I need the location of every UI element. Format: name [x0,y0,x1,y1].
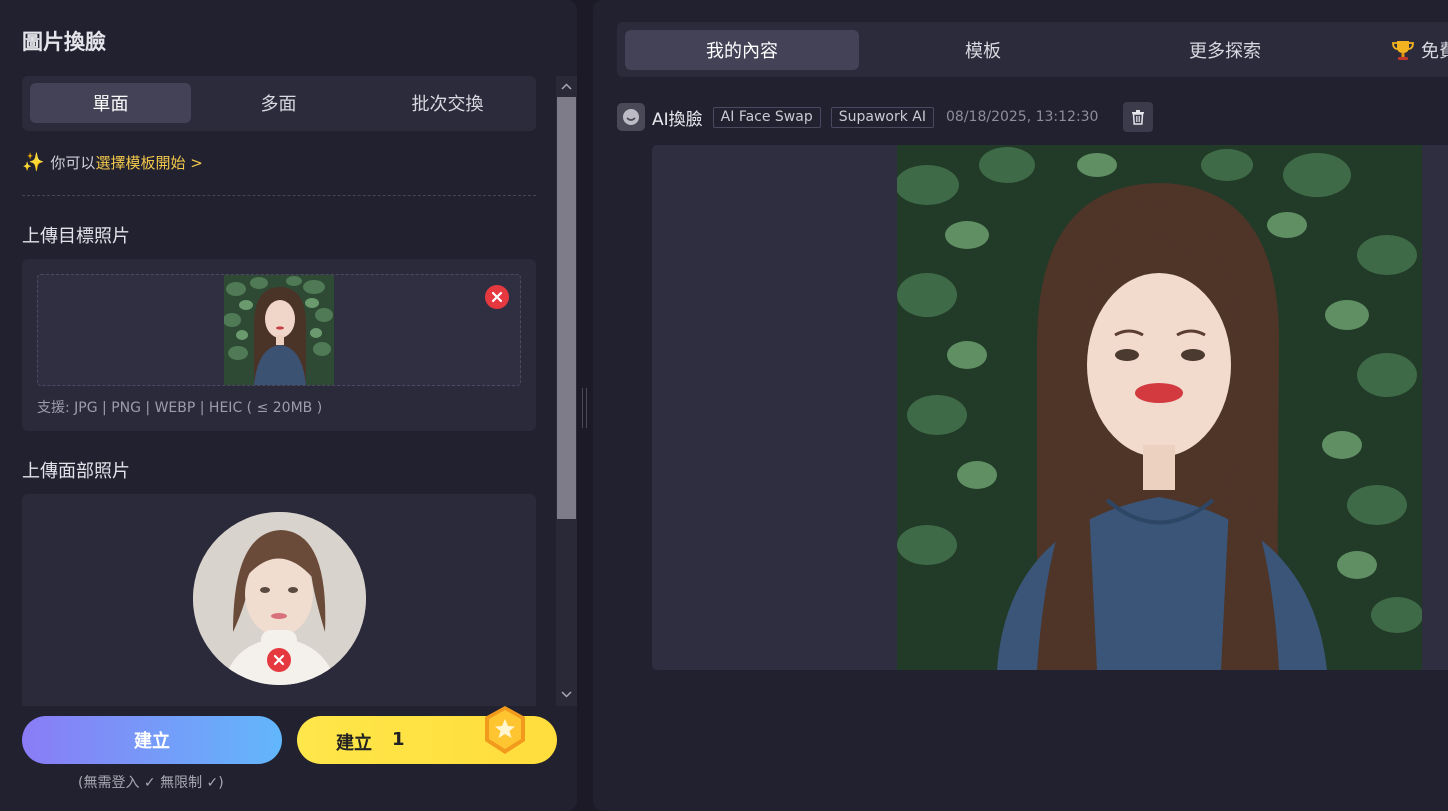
right-panel: 我的內容 模板 更多探索 免費 AI換臉 AI Face Swap Supawo… [593,0,1448,811]
trash-icon [1132,110,1145,125]
tab-explore-more[interactable]: 更多探索 [1108,30,1342,70]
settings-scrollbar[interactable] [556,76,577,706]
choose-template-link[interactable]: 選擇模板開始 > [95,152,202,173]
tag-chip: AI Face Swap [712,106,821,128]
coin-cost: 1 [392,729,405,750]
no-login-note: (無需登入 ✓ 無限制 ✓) [78,775,224,791]
left-panel: 圖片換臉 單面 多面 批次交換 ✨ 你可以 選擇模板開始 > 上傳目標照片 支援… [0,0,577,811]
panel-title: 圖片換臉 [22,30,106,54]
mode-tab-batch[interactable]: 批次交換 [367,83,528,123]
supported-formats-text: 支援: JPG | PNG | WEBP | HEIC ( ≤ 20MB ) [37,400,323,416]
content-tabs: 我的內容 模板 更多探索 免費 [617,22,1448,77]
scrollbar-thumb[interactable] [557,97,576,519]
tag-chip: Supawork AI [830,106,934,128]
result-meta-row: AI換臉 AI Face Swap Supawork AI 08/18/2025… [617,102,1154,132]
create-with-coin-button[interactable]: 建立 1 [297,706,557,764]
target-upload-card: 支援: JPG | PNG | WEBP | HEIC ( ≤ 20MB ) [22,259,536,431]
close-icon [491,291,503,303]
target-photo-thumbnail [224,275,334,385]
close-icon [273,654,285,666]
remove-target-photo-button[interactable] [485,285,509,309]
divider [22,195,536,196]
remove-face-photo-button[interactable] [267,648,291,672]
tab-free[interactable]: 免費 [1391,30,1448,70]
app-root: 圖片換臉 單面 多面 批次交換 ✨ 你可以 選擇模板開始 > 上傳目標照片 支援… [0,0,1448,811]
create-button[interactable]: 建立 [22,716,282,764]
panel-resize-handle[interactable] [582,388,587,428]
settings-scroll-area: 單面 多面 批次交換 ✨ 你可以 選擇模板開始 > 上傳目標照片 支援: JPG… [0,76,556,706]
create-coin-label: 建立 [336,733,372,754]
face-photo-label: 上傳面部照片 [22,461,130,482]
target-dropzone[interactable] [37,274,521,386]
template-tip: ✨ 你可以 選擇模板開始 > [22,152,203,173]
mode-tab-multi[interactable]: 多面 [198,83,359,123]
delete-result-button[interactable] [1123,102,1154,132]
scroll-down-icon[interactable] [560,688,573,701]
tab-free-label: 免費 [1421,41,1448,62]
mode-segmented-control: 單面 多面 批次交換 [22,76,536,131]
trophy-icon [1392,41,1414,60]
sparkle-icon: ✨ [22,152,45,173]
tab-my-content[interactable]: 我的內容 [625,30,859,70]
result-app-name: AI換臉 [652,109,703,130]
face-upload-card [22,494,536,706]
tip-prefix: 你可以 [50,154,96,172]
result-timestamp: 08/18/2025, 13:12:30 [946,109,1099,125]
face-swap-app-icon [617,103,645,131]
tab-templates[interactable]: 模板 [866,30,1100,70]
target-photo-label: 上傳目標照片 [22,226,130,247]
mode-tab-single[interactable]: 單面 [30,83,191,123]
result-image[interactable] [897,145,1422,670]
scroll-up-icon[interactable] [560,80,573,93]
coin-icon [485,706,525,754]
